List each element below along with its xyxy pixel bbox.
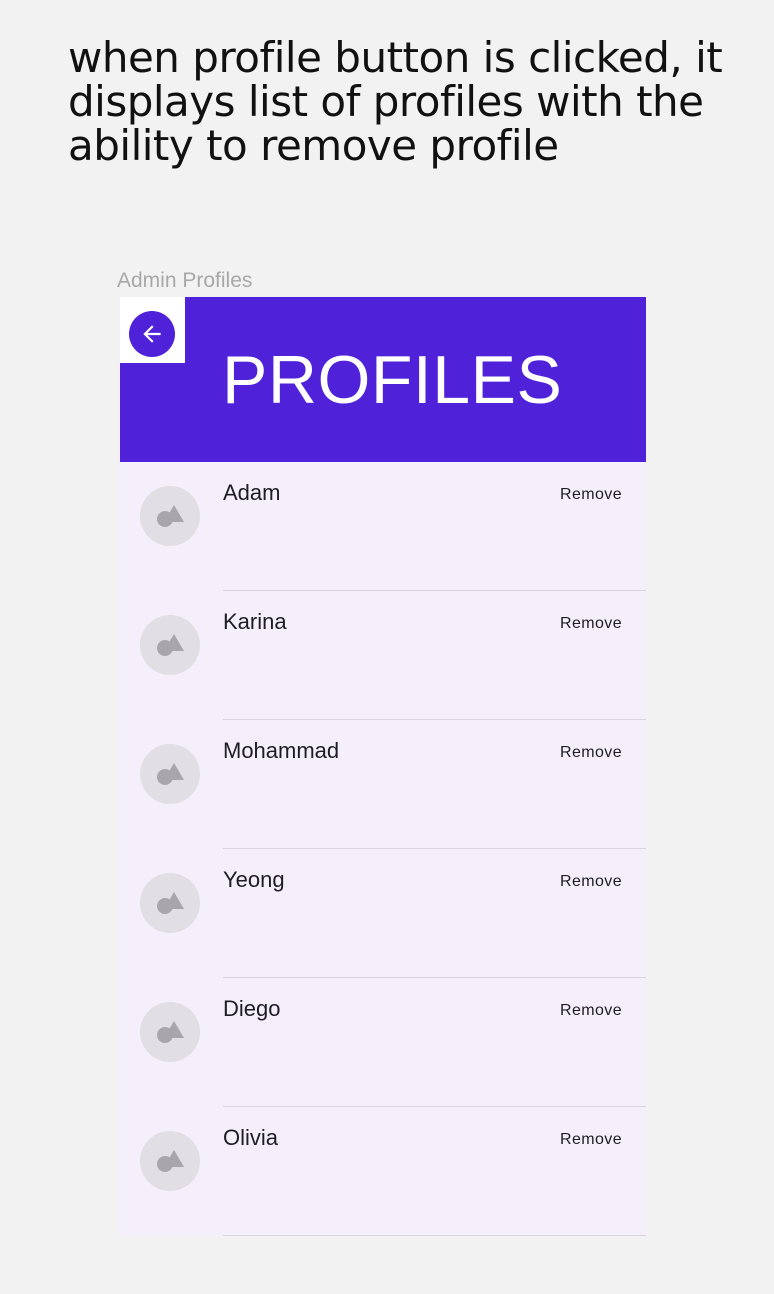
remove-button[interactable]: Remove bbox=[560, 486, 622, 504]
profile-name: Mohammad bbox=[223, 738, 340, 763]
avatar bbox=[140, 1131, 200, 1191]
app-header: PROFILES bbox=[120, 297, 646, 462]
shapes-placeholder-icon bbox=[157, 634, 184, 656]
avatar bbox=[140, 615, 200, 675]
profile-list: Adam Remove Karina Remove Mohammad Remov… bbox=[118, 462, 646, 1236]
list-item: Adam Remove bbox=[118, 462, 646, 591]
profile-name: Diego bbox=[223, 996, 281, 1021]
shapes-placeholder-icon bbox=[157, 1021, 184, 1043]
back-button[interactable] bbox=[129, 311, 175, 357]
remove-button[interactable]: Remove bbox=[560, 615, 622, 633]
list-item: Karina Remove bbox=[118, 591, 646, 720]
profile-name: Olivia bbox=[223, 1125, 279, 1150]
list-item: Mohammad Remove bbox=[118, 720, 646, 849]
avatar bbox=[140, 486, 200, 546]
back-button-container bbox=[120, 297, 185, 363]
list-item: Diego Remove bbox=[118, 978, 646, 1107]
remove-button[interactable]: Remove bbox=[560, 744, 622, 762]
list-item: Olivia Remove bbox=[118, 1107, 646, 1236]
shapes-placeholder-icon bbox=[157, 505, 184, 527]
profile-name: Karina bbox=[223, 609, 287, 634]
page-title: PROFILES bbox=[222, 342, 563, 418]
shapes-placeholder-icon bbox=[157, 763, 184, 785]
avatar bbox=[140, 873, 200, 933]
list-item: Yeong Remove bbox=[118, 849, 646, 978]
shapes-placeholder-icon bbox=[157, 1150, 184, 1172]
annotation-caption: when profile button is clicked, it displ… bbox=[68, 33, 723, 170]
profile-name: Yeong bbox=[223, 867, 285, 892]
avatar bbox=[140, 744, 200, 804]
profiles-screen: PROFILES Adam Remove Karina Remove Moham… bbox=[118, 297, 646, 1236]
remove-button[interactable]: Remove bbox=[560, 1002, 622, 1020]
shapes-placeholder-icon bbox=[157, 892, 184, 914]
profile-name: Adam bbox=[223, 480, 281, 505]
arrow-left-icon bbox=[143, 325, 161, 343]
avatar bbox=[140, 1002, 200, 1062]
remove-button[interactable]: Remove bbox=[560, 873, 622, 891]
remove-button[interactable]: Remove bbox=[560, 1131, 622, 1149]
frame-label: Admin Profiles bbox=[117, 269, 253, 292]
